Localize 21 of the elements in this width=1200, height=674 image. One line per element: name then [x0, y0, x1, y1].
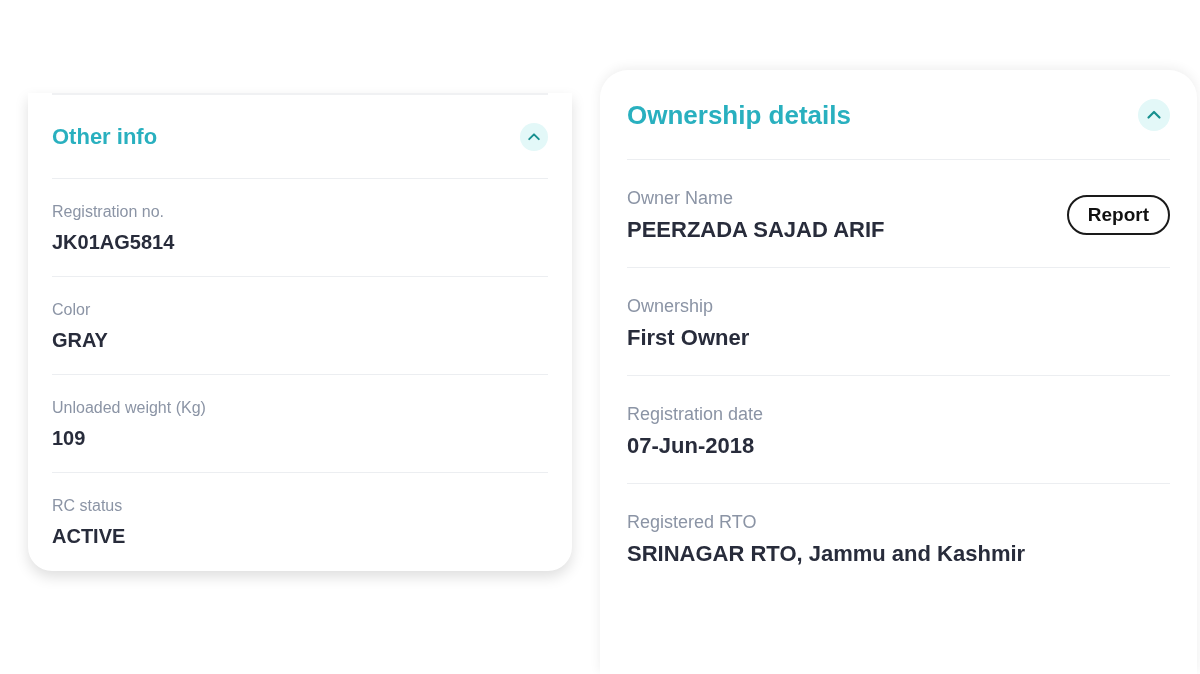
chevron-up-icon[interactable]: [520, 123, 548, 151]
field-label: Unloaded weight (Kg): [52, 398, 206, 418]
field-label: Registered RTO: [627, 511, 758, 534]
field-value: First Owner: [627, 324, 750, 352]
field-label: Registration date: [627, 403, 764, 426]
field-value: PEERZADA SAJAD ARIF: [627, 216, 885, 244]
field-label: Color: [52, 300, 92, 320]
field-value: SRINAGAR RTO, Jammu and Kashmir: [627, 540, 1026, 568]
field-value: 109: [52, 426, 87, 450]
field-value: GRAY: [52, 328, 108, 352]
report-button[interactable]: Report: [1066, 195, 1170, 235]
field-label: RC status: [52, 496, 124, 516]
field-label: Ownership: [627, 295, 715, 318]
field-value: 07-Jun-2018: [627, 432, 756, 460]
field-label: Registration no.: [52, 202, 166, 222]
section-title: Ownership details: [627, 99, 851, 131]
field-label: Owner Name: [627, 187, 735, 210]
chevron-up-icon[interactable]: [1138, 99, 1170, 131]
section-title: Other info: [52, 123, 158, 151]
field-value: JK01AG5814: [52, 230, 175, 254]
field-value: ACTIVE: [52, 524, 126, 548]
